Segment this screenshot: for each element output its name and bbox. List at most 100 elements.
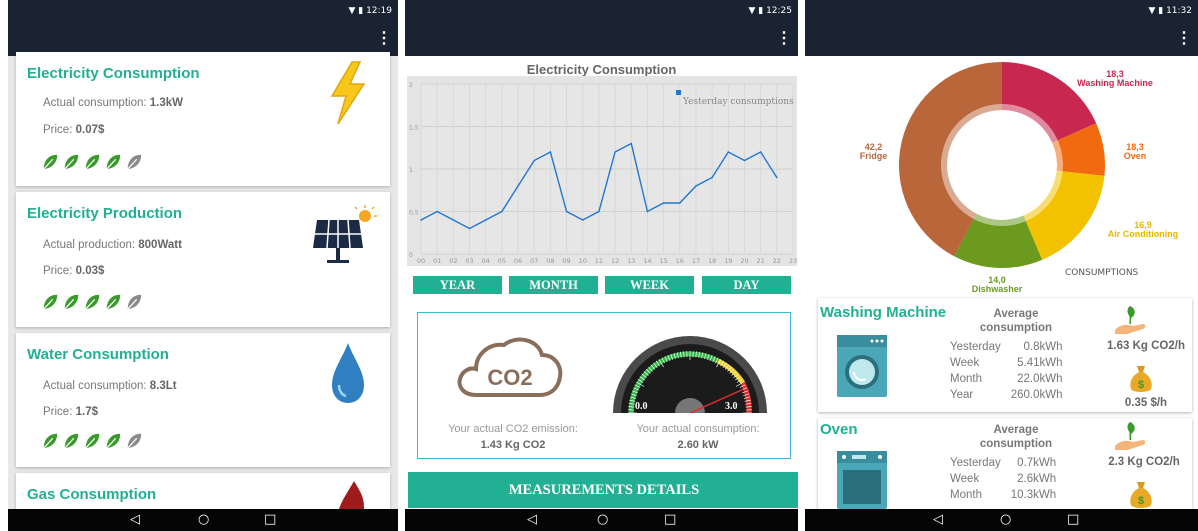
phone-screen-electricity: ▼ ▮ 12:25 ⋮ Electricity Consumption 0 0,5… [405,0,798,531]
donut-label-air-conditioning: 16,9 Air Conditioning [1083,221,1198,239]
actual-consumption-row: Actual consumption: 1.3kW [43,97,183,109]
period-value: 10.3kWh [1010,489,1057,501]
line-chart-svg: 0 0,5 1 1,5 2 00 01 02 03 04 05 06 07 08 09 10 11 12 13 14 1… [409,82,797,265]
card-title: Gas Consumption [27,486,157,503]
gauge-max-label: 3.0 [725,401,738,412]
eco-rating [41,293,143,311]
tab-year[interactable]: YEAR [413,276,502,294]
table-row: Year 260.0kWh [950,388,1063,402]
status-bar: ▼ ▮ 12:25 [405,0,798,22]
appliance-name: Oven [820,421,858,438]
x-tick-label: 09 [562,257,570,265]
co2-summary-panel: CO2 0.0 3.0 Your actual CO2 emission: 1.… [417,312,791,459]
appliance-name: Washing Machine [820,304,947,321]
donut-hole [948,111,1056,219]
recent-apps-button[interactable]: □ [664,512,676,527]
home-button[interactable]: ○ [1000,512,1011,527]
x-tick-label: 17 [692,257,700,265]
donut-label-fridge: 42,2 Fridge [851,143,896,161]
tab-day[interactable]: DAY [702,276,791,294]
x-tick-label: 18 [708,257,716,265]
appliance-card-oven[interactable]: Oven Average consumption Yesterday 0.7kWh… [818,418,1192,510]
card-electricity-consumption[interactable]: Electricity Consumption Actual consumpti… [16,52,390,186]
consumption-table: Yesterday 0.7kWh Week 2.6kWh Month 10.3kWh [948,454,1058,504]
y-tick-label: 1 [409,167,413,174]
data-point [759,151,762,153]
leaf-icon [64,433,79,449]
average-consumption-title: Average consumption [979,424,1053,450]
data-point [727,151,730,153]
overflow-menu-icon[interactable]: ⋮ [1176,28,1192,48]
data-point [646,210,649,213]
co2-cloud-icon: CO2 [457,337,563,397]
row-label: Price: [43,406,73,418]
recent-apps-button[interactable]: □ [1067,512,1079,527]
consumption-gauge: 0.0 3.0 [613,336,767,413]
data-point [776,176,778,179]
leaf-icon [85,154,100,170]
measurements-details-button[interactable]: MEASUREMENTS DETAILS [408,472,798,508]
card-electricity-production[interactable]: Electricity Production Actual production… [16,192,390,327]
co2-rate: 2.3 Kg CO2/h [1108,456,1180,468]
data-point [484,219,487,221]
oven-icon [837,451,887,509]
table-row: Month 22.0kWh [950,372,1063,386]
appliance-card-washing-machine[interactable]: Washing Machine Average consumption Yest… [818,298,1192,412]
data-point [581,219,584,221]
lightning-icon [330,61,366,125]
overflow-menu-icon[interactable]: ⋮ [376,28,392,48]
data-point [695,185,697,187]
row-value: 1.7$ [75,406,98,418]
table-row: Yesterday 0.7kWh [950,456,1056,470]
leaf-icon [106,154,121,170]
co2-value: 1.43 Kg CO2 [480,439,546,451]
data-point [549,151,552,153]
price-row: Price: 0.03$ [43,265,104,277]
table-row: Week 2.6kWh [950,472,1056,486]
x-tick-label: 19 [724,257,732,265]
slice-name: Fridge [859,151,888,161]
back-button[interactable]: ◁ [933,512,943,527]
slice-name: Oven [1123,151,1147,161]
x-tick-label: 15 [659,257,667,265]
recent-apps-button[interactable]: □ [264,512,276,527]
leaf-icon [43,154,58,170]
consumption-donut-chart [899,62,1105,268]
donut-label-dishwasher: 14,0 Dishwasher [957,276,1037,294]
average-consumption-title: Average consumption [979,308,1053,334]
period-label: Yesterday [950,341,1001,353]
row-label: Actual consumption: [43,97,147,109]
home-button[interactable]: ○ [597,512,608,527]
period-value: 2.6kWh [1017,473,1057,485]
status-time: 12:25 [766,6,792,16]
x-tick-label: 20 [740,257,748,265]
x-tick-label: 08 [546,257,554,265]
chart-title: Electricity Consumption [526,62,677,77]
data-point [630,142,633,145]
plant-hand-icon [1115,306,1146,334]
back-button[interactable]: ◁ [130,512,140,527]
row-label: Price: [43,265,73,277]
overflow-menu-icon[interactable]: ⋮ [776,28,792,48]
table-row: Yesterday 0.8kWh [950,340,1063,354]
period-label: Yesterday [950,457,1001,469]
leaf-icon [85,433,100,449]
system-nav-bar: ◁ ○ □ [805,509,1198,531]
x-tick-label: 13 [627,257,635,265]
back-button[interactable]: ◁ [527,512,537,527]
leaf-icon-empty [127,154,142,170]
slice-name: Air Conditioning [1107,229,1179,239]
donut-label-oven: 18,3 Oven [1105,143,1165,161]
home-button[interactable]: ○ [198,512,209,527]
card-water-consumption[interactable]: Water Consumption Actual consumption: 8.… [16,333,390,467]
x-tick-label: 03 [465,257,473,265]
period-label: Month [950,489,982,501]
consumption-value: 2.60 kW [677,439,719,451]
card-gas-consumption[interactable]: Gas Consumption [16,473,390,513]
tab-week[interactable]: WEEK [605,276,694,294]
system-nav-bar: ◁ ○ □ [405,509,798,531]
donut-label-washing-machine: 18,3 Washing Machine [1060,70,1170,88]
tab-month[interactable]: MONTH [509,276,598,294]
x-tick-label: 02 [449,257,457,265]
status-time: 11:32 [1166,6,1192,16]
